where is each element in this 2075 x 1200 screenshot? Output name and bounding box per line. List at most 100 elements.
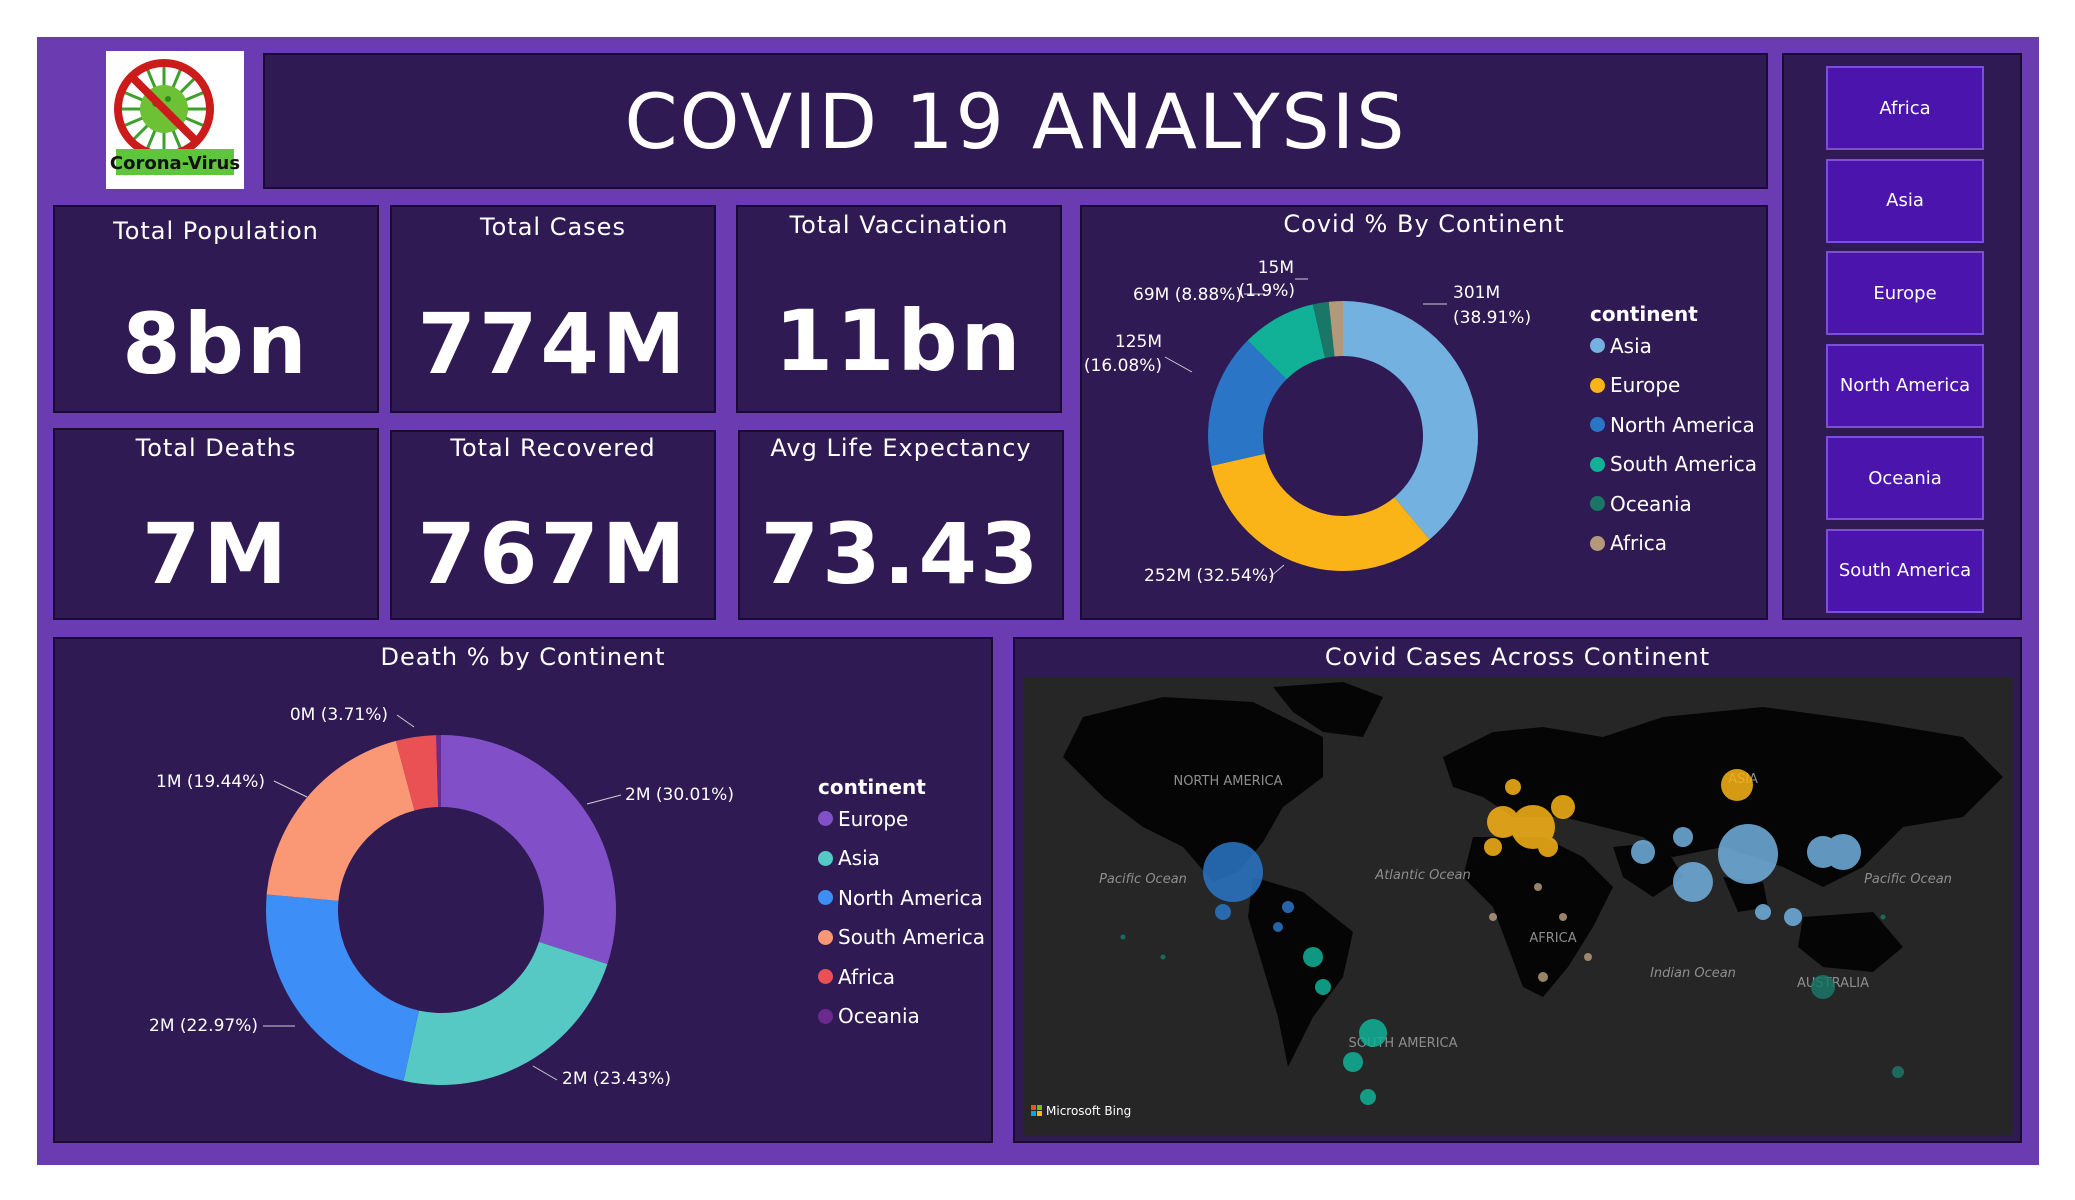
legend-item[interactable]: Asia <box>1590 326 1757 366</box>
map-label: Pacific Ocean <box>1099 872 1187 887</box>
legend-label: Oceania <box>838 1004 920 1029</box>
legend-label: Asia <box>838 846 880 871</box>
logo-text: Corona-Virus <box>110 153 240 174</box>
slicer-option-north-america[interactable]: North America <box>1826 343 1984 428</box>
donut-slice-asia[interactable] <box>403 941 608 1085</box>
legend-item[interactable]: Africa <box>818 957 985 997</box>
world-map[interactable]: NORTH AMERICA SOUTH AMERICA AFRICA ASIA … <box>1023 677 2013 1135</box>
legend-marker <box>818 890 833 906</box>
legend-item[interactable]: Oceania <box>818 997 985 1037</box>
data-label: 2M (30.01%) <box>625 785 734 805</box>
page-title: COVID 19 ANALYSIS <box>624 76 1407 166</box>
legend-item[interactable]: North America <box>818 878 985 918</box>
map-bubble[interactable] <box>1673 827 1693 847</box>
legend-item[interactable]: South America <box>818 918 985 958</box>
legend-label: Oceania <box>1610 491 1692 516</box>
map-title: Covid Cases Across Continent <box>1324 643 1711 671</box>
map-bubble[interactable] <box>1534 883 1542 891</box>
legend-marker <box>1590 496 1605 512</box>
map-bubble[interactable] <box>1825 834 1861 870</box>
map-bubble[interactable] <box>1784 908 1802 926</box>
legend-label: North America <box>838 885 983 910</box>
legend-marker <box>818 1008 833 1024</box>
legend-item[interactable]: Oceania <box>1590 484 1757 524</box>
map-bubble[interactable] <box>1215 904 1231 920</box>
data-label: (38.91%) <box>1453 308 1531 328</box>
kpi-total-cases: Total Cases 774M <box>390 205 716 413</box>
legend-label: Europe <box>1610 373 1681 398</box>
map-bubble[interactable] <box>1160 954 1166 960</box>
donut-slice-south-america[interactable] <box>266 740 415 901</box>
data-label-leader <box>396 714 415 728</box>
virus-icon: Corona-Virus <box>110 59 240 175</box>
chart-legend: continent Asia Europe North America South A… <box>1590 302 1757 563</box>
map-bubble[interactable] <box>1282 901 1294 913</box>
legend-marker <box>1590 535 1605 551</box>
kpi-label: Total Population <box>113 217 319 245</box>
covid-percent-chart-tile: Covid % By Continent 301M (38.91%) 252M (3… <box>1080 205 1768 620</box>
map-bubble[interactable] <box>1273 922 1283 932</box>
map-bubble[interactable] <box>1551 795 1575 819</box>
map-label: NORTH AMERICA <box>1173 774 1282 789</box>
map-bubble[interactable] <box>1487 806 1519 838</box>
map-bubble[interactable] <box>1489 913 1497 921</box>
data-label: 1M (19.44%) <box>156 772 265 792</box>
legend-marker <box>1590 417 1605 433</box>
legend-marker <box>818 811 833 827</box>
map-bubble[interactable] <box>1538 972 1548 982</box>
map-bubble[interactable] <box>1484 838 1502 856</box>
slicer-option-africa[interactable]: Africa <box>1826 66 1984 150</box>
donut-slice-europe[interactable] <box>1211 453 1430 571</box>
world-map-canvas: NORTH AMERICA SOUTH AMERICA AFRICA ASIA … <box>1031 682 2003 1118</box>
slicer-option-south-america[interactable]: South America <box>1826 528 1984 613</box>
map-bubble[interactable] <box>1343 1052 1363 1072</box>
legend-item[interactable]: Europe <box>1590 366 1757 406</box>
map-bubble[interactable] <box>1631 840 1655 864</box>
map-attribution: Microsoft Bing <box>1046 1104 1131 1118</box>
legend-label: Asia <box>1610 333 1652 358</box>
legend-label: North America <box>1610 412 1755 437</box>
legend-marker <box>1590 456 1605 472</box>
donut-slice-asia[interactable] <box>1343 301 1478 540</box>
kpi-label: Avg Life Expectancy <box>770 434 1032 462</box>
map-bubble[interactable] <box>1721 769 1753 801</box>
legend-label: Europe <box>838 806 909 831</box>
map-bubble[interactable] <box>1360 1089 1376 1105</box>
map-bubble[interactable] <box>1303 947 1323 967</box>
slicer-option-oceania[interactable]: Oceania <box>1826 436 1984 520</box>
map-bubble[interactable] <box>1880 914 1886 920</box>
kpi-value: 774M <box>417 295 689 393</box>
donut-slice-north-america[interactable] <box>266 894 419 1081</box>
map-bubble[interactable] <box>1203 842 1263 902</box>
kpi-value: 11bn <box>774 292 1024 390</box>
legend-marker <box>818 850 833 866</box>
legend-item[interactable]: Europe <box>818 799 985 839</box>
map-bubble[interactable] <box>1673 862 1713 902</box>
map-bubble[interactable] <box>1315 979 1331 995</box>
legend-item[interactable]: Africa <box>1590 524 1757 564</box>
slicer-option-europe[interactable]: Europe <box>1826 251 1984 335</box>
donut-slice-europe[interactable] <box>441 735 616 965</box>
map-bubble[interactable] <box>1755 904 1771 920</box>
legend-item[interactable]: South America <box>1590 445 1757 485</box>
legend-item[interactable]: North America <box>1590 405 1757 445</box>
legend-label: South America <box>1610 452 1757 477</box>
map-bubble[interactable] <box>1718 824 1778 884</box>
map-bubble[interactable] <box>1359 1019 1387 1047</box>
map-bubble[interactable] <box>1811 975 1835 999</box>
kpi-value: 73.43 <box>760 505 1042 603</box>
map-label: Atlantic Ocean <box>1374 868 1470 883</box>
title-banner: COVID 19 ANALYSIS <box>263 53 1768 189</box>
map-bubble[interactable] <box>1505 779 1521 795</box>
map-tile: Covid Cases Across Continent NORTH AMERI… <box>1013 637 2022 1143</box>
slicer-option-asia[interactable]: Asia <box>1826 158 1984 243</box>
kpi-label: Total Recovered <box>450 434 656 462</box>
legend-item[interactable]: Asia <box>818 839 985 879</box>
map-bubble[interactable] <box>1892 1066 1904 1078</box>
legend-marker <box>1590 377 1605 393</box>
kpi-total-population: Total Population 8bn <box>53 205 379 413</box>
map-bubble[interactable] <box>1538 837 1558 857</box>
map-bubble[interactable] <box>1559 913 1567 921</box>
map-bubble[interactable] <box>1120 934 1126 940</box>
map-bubble[interactable] <box>1584 953 1592 961</box>
